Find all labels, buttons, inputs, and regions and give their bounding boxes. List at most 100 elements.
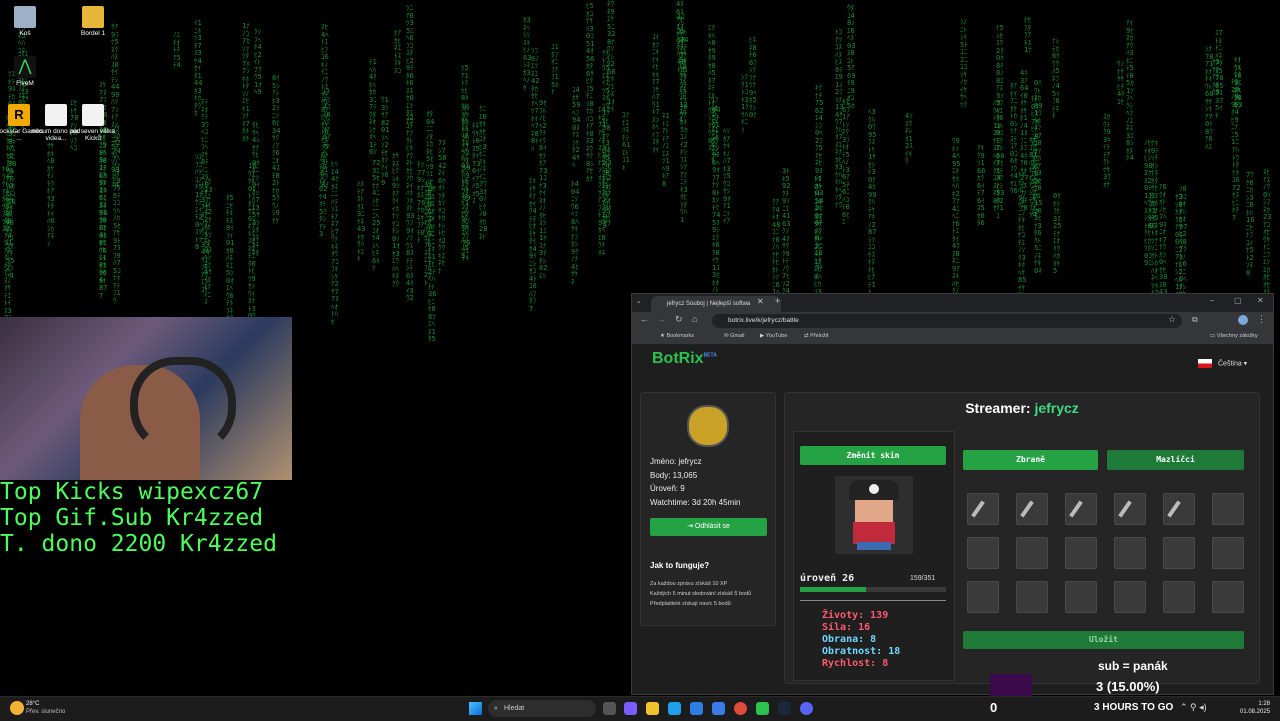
inventory-slot[interactable]: [1016, 493, 1048, 525]
matrix-column: ﾁﾂ779ｼﾎﾅｶｽ76ｹｶﾈｵﾌｱﾁ0ﾄ: [417, 161, 426, 244]
clock[interactable]: 1:28 01.08.2025: [1240, 700, 1270, 716]
inventory-slot[interactable]: [967, 537, 999, 569]
botrix-page: BotRixBETA Čeština ▾ Jméno: jefrycz Body…: [632, 345, 1273, 694]
inventory-slot[interactable]: [1163, 493, 1195, 525]
matrix-column: ｼﾉﾆﾄｼｲ5ﾄｺﾆ2ﾆｺｺｿｻﾉｶｲｹｻﾍﾂｸ: [960, 18, 968, 109]
inventory-slot[interactable]: [1212, 493, 1244, 525]
inventory-slot[interactable]: [1065, 537, 1097, 569]
matrix-column: ﾇｾ4ﾍﾄｴﾋﾌｺ6ｷﾉｲﾆﾉｳﾄ1ｻﾃｹｴ8ﾉﾋｲｾｹﾄ6ｾﾈｿ56ﾄ9ﾄﾈｴ…: [321, 23, 329, 189]
top-gifsub-text: Top Gif.Sub Kr4zzed: [0, 505, 264, 531]
all-bookmarks[interactable]: ▭ Všechny záložky: [1210, 333, 1258, 339]
weapon-icon: [1069, 500, 1083, 518]
back-icon[interactable]: ←: [640, 314, 649, 324]
inventory-slot[interactable]: [1065, 493, 1097, 525]
folder-icon[interactable]: Bordel 1: [68, 6, 118, 37]
minimize-icon[interactable]: –: [1210, 296, 1214, 305]
pirate-body: [853, 522, 895, 544]
copilot-icon[interactable]: [624, 702, 637, 715]
windows-start-icon[interactable]: [469, 702, 482, 715]
tab-weapons[interactable]: Zbraně: [963, 450, 1098, 470]
discord-icon[interactable]: [800, 702, 813, 715]
xp-bar: [800, 587, 946, 592]
matrix-column: ﾈ1ﾄｴｱﾄﾃｱﾉｴｴｽﾂ1ﾍ9ｷｱ8: [662, 112, 670, 188]
steam-icon[interactable]: [778, 702, 791, 715]
matrix-column: ﾎｾﾌﾀﾌｱﾁｽ1ﾅ: [1024, 16, 1032, 54]
forward-icon[interactable]: →: [657, 314, 666, 324]
store-icon[interactable]: [690, 702, 703, 715]
tab-pets[interactable]: Mazlíčci: [1107, 450, 1244, 470]
inventory-slot[interactable]: [1212, 537, 1244, 569]
matrix-column: ﾅ5ｼｾｽｳ2ｸ0ﾎ8ﾁ0ﾉ8ｴｱｽ3ｿｻﾌｷｴｸ6ｺﾊ0ｴﾃｸｴｼ607ﾋｶﾃ…: [996, 24, 1005, 220]
botrix-logo[interactable]: BotRixBETA: [652, 350, 717, 368]
inventory-slot[interactable]: [1114, 537, 1146, 569]
logout-button[interactable]: ⇥ Odhlásit se: [650, 518, 767, 536]
extensions-icon[interactable]: ⧉: [1192, 315, 1198, 325]
reload-icon[interactable]: ↻: [675, 314, 683, 325]
streamer-heading: Streamer: jefrycz: [965, 400, 1079, 416]
new-tab-icon[interactable]: +: [775, 296, 780, 306]
xp-bar-fill: [800, 587, 867, 592]
matrix-column: 8ｲ5ｼｱｼﾎ32ｿﾆｿ6ﾋ34ｻｸﾉｱｸ6ﾆｵ4ｽﾁ82ﾄﾅｶ5ｸｳﾉｼ9ﾅｹ: [272, 74, 281, 225]
star-icon[interactable]: ☆: [1168, 314, 1176, 325]
language-select[interactable]: Čeština ▾: [1198, 359, 1247, 368]
matrix-column: ｲ1ﾆﾎﾂ3ﾁ7ｽ3ｹ4ｾｲﾀ144ｶ3ｷｶﾀｳｶ: [194, 19, 203, 117]
pirate-face: [855, 500, 893, 522]
translate-bookmark[interactable]: ⇄ Přeložit: [804, 333, 828, 339]
inventory-slot[interactable]: [1212, 581, 1244, 613]
howto-title: Jak to funguje?: [650, 561, 710, 570]
inventory-slot[interactable]: [1065, 581, 1097, 613]
inventory-slot[interactable]: [1163, 581, 1195, 613]
task-view-icon[interactable]: [603, 702, 616, 715]
close-tab-icon[interactable]: ✕: [757, 297, 764, 306]
fivem-icon[interactable]: ⋀ FiveM: [0, 56, 50, 87]
maximize-icon[interactable]: ▢: [1234, 296, 1242, 305]
webcam-feed: [0, 317, 292, 480]
recycle-bin-icon[interactable]: Koš: [0, 6, 50, 37]
level-label: úroveň 26: [800, 573, 855, 584]
goal-progress-bar: [990, 674, 1032, 696]
goal-percent-text: 3 (15.00%): [1096, 679, 1160, 694]
inventory-slot[interactable]: [1114, 581, 1146, 613]
youtube-bookmark[interactable]: ▶ YouTube: [760, 333, 787, 339]
tray-icons[interactable]: ⌃ ⚲ ◂): [1180, 702, 1207, 713]
menu-dots-icon[interactable]: ⋮: [1257, 314, 1266, 325]
home-icon[interactable]: ⌂: [692, 314, 697, 324]
matrix-column: ﾄｺｱﾂｺﾇﾊﾇﾋｽ0ﾃｴ91ﾉ2ﾌｿﾅ134ｻｳ7ｸﾊｵ7ﾇｴﾈﾅｶﾋｶ3ｹﾊ…: [835, 28, 844, 209]
matrix-column: ｴｷﾄｻﾁﾅｾｲｳ4ﾃﾇﾋｵﾁｹﾀｲｶ49ｲﾆｼｾｺ4ﾄｺ0ﾊﾌﾀﾌ7: [529, 177, 537, 313]
weapon-icon: [1020, 500, 1034, 518]
matrix-column: ｱｷｸ9ｿ166ｶｸ6ｲﾃ76ｲｽ5ｾ0ﾀ6: [977, 144, 986, 227]
profile-avatar[interactable]: [1238, 315, 1248, 325]
headset: [130, 357, 236, 453]
chrome-icon[interactable]: [734, 702, 747, 715]
file-explorer-icon[interactable]: [646, 702, 659, 715]
save-button[interactable]: Uložit: [963, 631, 1244, 649]
inventory-slot[interactable]: [1016, 537, 1048, 569]
weather-icon[interactable]: [10, 701, 24, 715]
taskbar: 28°C Přev. slunečno ⌕ Hledat 0 3 HOURS TO…: [0, 696, 1280, 721]
close-window-icon[interactable]: ✕: [1257, 296, 1264, 305]
tab-menu-icon[interactable]: ⌄: [636, 297, 642, 305]
inventory-slot[interactable]: [967, 581, 999, 613]
matrix-column: 0ｹﾎﾃﾌｾ3ﾇ25ﾃﾅｴｵｸｳﾊｶｵｹ5: [1053, 192, 1062, 275]
weapon-icon: [971, 500, 985, 518]
change-skin-button[interactable]: Změnit skin: [800, 446, 946, 465]
mail-icon[interactable]: [712, 702, 725, 715]
inventory-slot[interactable]: [967, 493, 999, 525]
weather-widget[interactable]: 28°C Přev. slunečno: [26, 700, 65, 716]
gmail-bookmark[interactable]: ✉ Gmail: [724, 333, 745, 339]
url-field[interactable]: botrix.live/k/jefrycz/battle: [712, 314, 1182, 328]
edge-icon[interactable]: [668, 702, 681, 715]
inventory-slot[interactable]: [1114, 493, 1146, 525]
matrix-column: 1ﾅﾉｺ7ｶｿﾂﾂﾀ7ﾎ7ｿｷﾎﾄﾀｿﾉｴｾｷ1ｿﾅﾇ7ｶｷｵﾁ: [242, 22, 250, 143]
inventory-slot[interactable]: [1016, 581, 1048, 613]
botrix-app-icon[interactable]: [756, 702, 769, 715]
search-box[interactable]: ⌕ Hledat: [488, 700, 596, 717]
matrix-column: 4ｿﾇｳﾈｼｵ12ｽｲｷｳ: [905, 112, 913, 165]
inventory-slot[interactable]: [1163, 537, 1195, 569]
text-file-icon[interactable]: six seven válka Kicků: [68, 104, 118, 142]
matrix-column: ﾋﾍｴ44ｹｶﾈﾆﾆﾊﾃｿｴﾁｱﾈ7ﾋ7ｳﾃｷﾈｵｳ7ｺﾌｷｼｹｱ2ｻ77ﾇﾍｵ…: [331, 160, 339, 326]
matrix-column: ﾁｳ2ﾈﾉ99ﾁｵ4ﾋ9ﾆﾅﾆ51ﾆ: [1231, 78, 1239, 146]
bookmarks-folder[interactable]: ★ Bookmarks: [660, 333, 694, 339]
matrix-column: ﾎｱｶﾋﾈｴﾄｽｽｷﾇｺ: [394, 29, 401, 75]
tab-bar: ⌄ jefrycz Souboj | Nejlepší softwa ✕ + –…: [632, 294, 1273, 312]
